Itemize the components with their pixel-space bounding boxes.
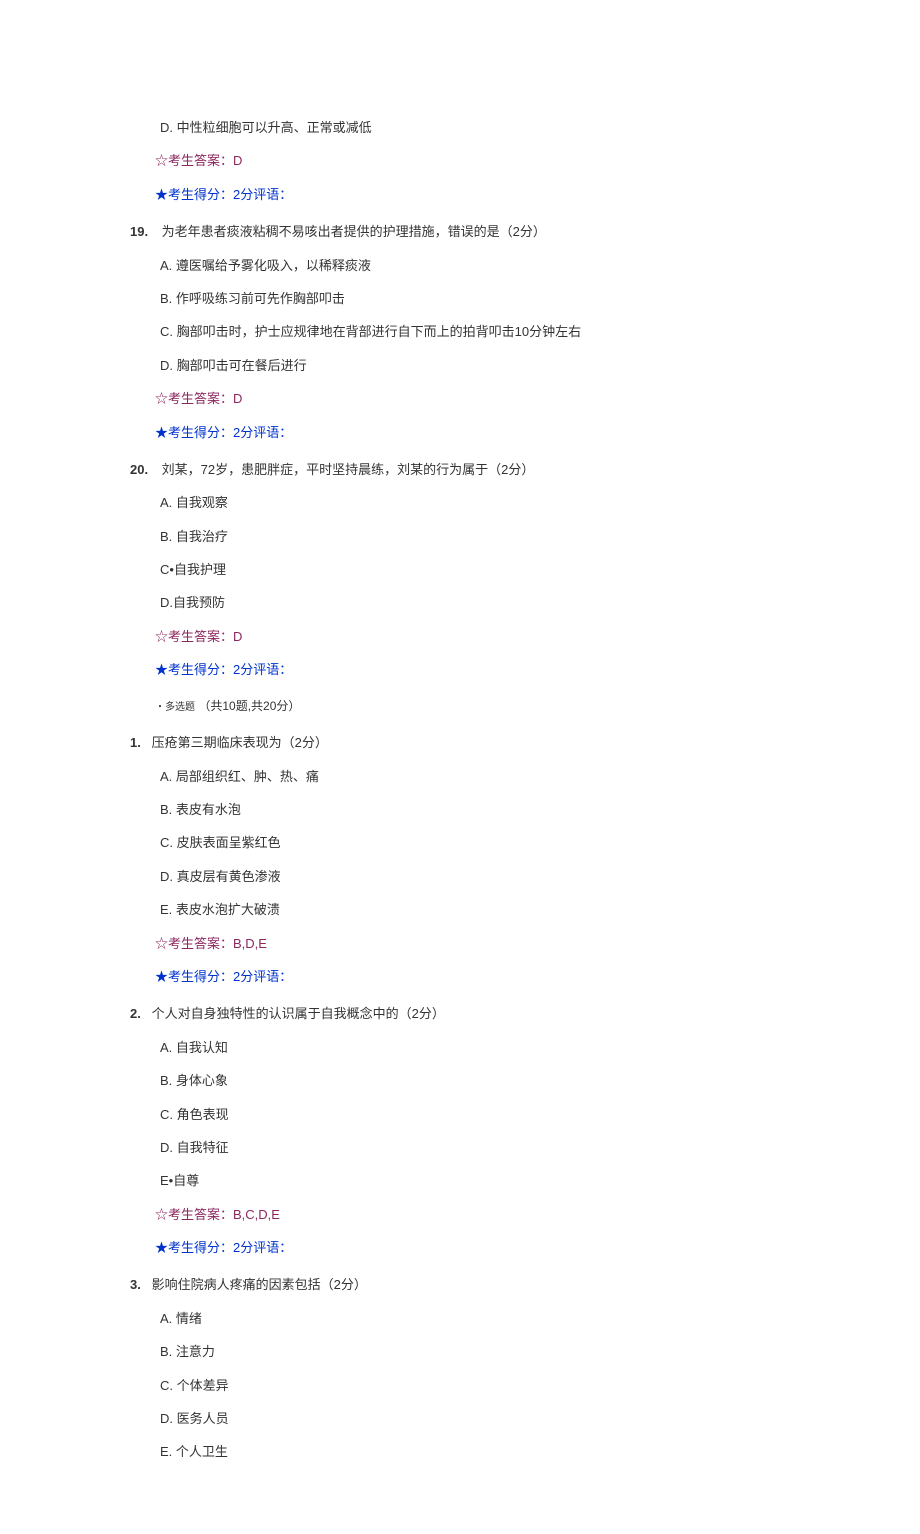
option-b: B. 注意力 bbox=[160, 1340, 790, 1363]
student-score: ★考生得分：2分评语： bbox=[155, 1236, 790, 1259]
question-stem: 为老年患者痰液粘稠不易咳出者提供的护理措施，错误的是（2分） bbox=[162, 224, 546, 239]
option-e: E. 个人卫生 bbox=[160, 1440, 790, 1463]
student-score: ★考生得分：2分评语： bbox=[155, 658, 790, 681]
option-d: D. 胸部叩击可在餐后进行 bbox=[160, 354, 790, 377]
option-a: A. 局部组织红、肿、热、痛 bbox=[160, 765, 790, 788]
option-b: B. 身体心象 bbox=[160, 1069, 790, 1092]
student-answer: ☆考生答案：B,D,E bbox=[155, 932, 790, 955]
option-c: C. 皮肤表面呈紫红色 bbox=[160, 831, 790, 854]
student-answer: ☆考生答案：D bbox=[155, 149, 790, 172]
question-number: 20. bbox=[130, 458, 158, 481]
option-a: A. 遵医嘱给予雾化吸入，以稀释痰液 bbox=[160, 254, 790, 277]
question-number: 2. bbox=[130, 1002, 148, 1025]
option-d-partial: D. 中性粒细胞可以升高、正常或减低 bbox=[160, 116, 790, 139]
question-stem: 个人对自身独特性的认识属于自我概念中的（2分） bbox=[152, 1006, 445, 1021]
option-c: C. 胸部叩击时，护士应规律地在背部进行自下而上的拍背叩击10分钟左右 bbox=[160, 320, 790, 343]
student-score: ★考生得分：2分评语： bbox=[155, 183, 790, 206]
student-score: ★考生得分：2分评语： bbox=[155, 965, 790, 988]
option-e: E•自尊 bbox=[160, 1169, 790, 1192]
section-type: ・多选题 bbox=[155, 702, 195, 713]
question-m2: 2. 个人对自身独特性的认识属于自我概念中的（2分） bbox=[130, 1002, 790, 1025]
option-c: C. 个体差异 bbox=[160, 1374, 790, 1397]
option-c: C. 角色表现 bbox=[160, 1103, 790, 1126]
option-a: A. 自我认知 bbox=[160, 1036, 790, 1059]
question-number: 3. bbox=[130, 1273, 148, 1296]
option-e: E. 表皮水泡扩大破溃 bbox=[160, 898, 790, 921]
question-stem: 影响住院病人疼痛的因素包括（2分） bbox=[152, 1277, 367, 1292]
option-a: A. 自我观察 bbox=[160, 491, 790, 514]
student-answer: ☆考生答案：D bbox=[155, 625, 790, 648]
student-answer: ☆考生答案：B,C,D,E bbox=[155, 1203, 790, 1226]
section-label: （共10题,共20分） bbox=[198, 699, 300, 713]
question-number: 1. bbox=[130, 731, 148, 754]
option-b: B. 表皮有水泡 bbox=[160, 798, 790, 821]
option-d: D.自我预防 bbox=[160, 591, 790, 614]
question-stem: 压疮第三期临床表现为（2分） bbox=[152, 735, 328, 750]
option-b: B. 自我治疗 bbox=[160, 525, 790, 548]
question-20: 20. 刘某，72岁，患肥胖症，平时坚持晨练，刘某的行为属于（2分） bbox=[130, 458, 790, 481]
student-answer: ☆考生答案：D bbox=[155, 387, 790, 410]
question-19: 19. 为老年患者痰液粘稠不易咳出者提供的护理措施，错误的是（2分） bbox=[130, 220, 790, 243]
option-c: C•自我护理 bbox=[160, 558, 790, 581]
option-b: B. 作呼吸练习前可先作胸部叩击 bbox=[160, 287, 790, 310]
option-d: D. 医务人员 bbox=[160, 1407, 790, 1430]
question-number: 19. bbox=[130, 220, 158, 243]
question-stem: 刘某，72岁，患肥胖症，平时坚持晨练，刘某的行为属于（2分） bbox=[162, 462, 535, 477]
student-score: ★考生得分：2分评语： bbox=[155, 421, 790, 444]
option-d: D. 自我特征 bbox=[160, 1136, 790, 1159]
section-header: ・多选题 （共10题,共20分） bbox=[155, 696, 790, 718]
option-d: D. 真皮层有黄色渗液 bbox=[160, 865, 790, 888]
option-a: A. 情绪 bbox=[160, 1307, 790, 1330]
question-m1: 1. 压疮第三期临床表现为（2分） bbox=[130, 731, 790, 754]
question-m3: 3. 影响住院病人疼痛的因素包括（2分） bbox=[130, 1273, 790, 1296]
